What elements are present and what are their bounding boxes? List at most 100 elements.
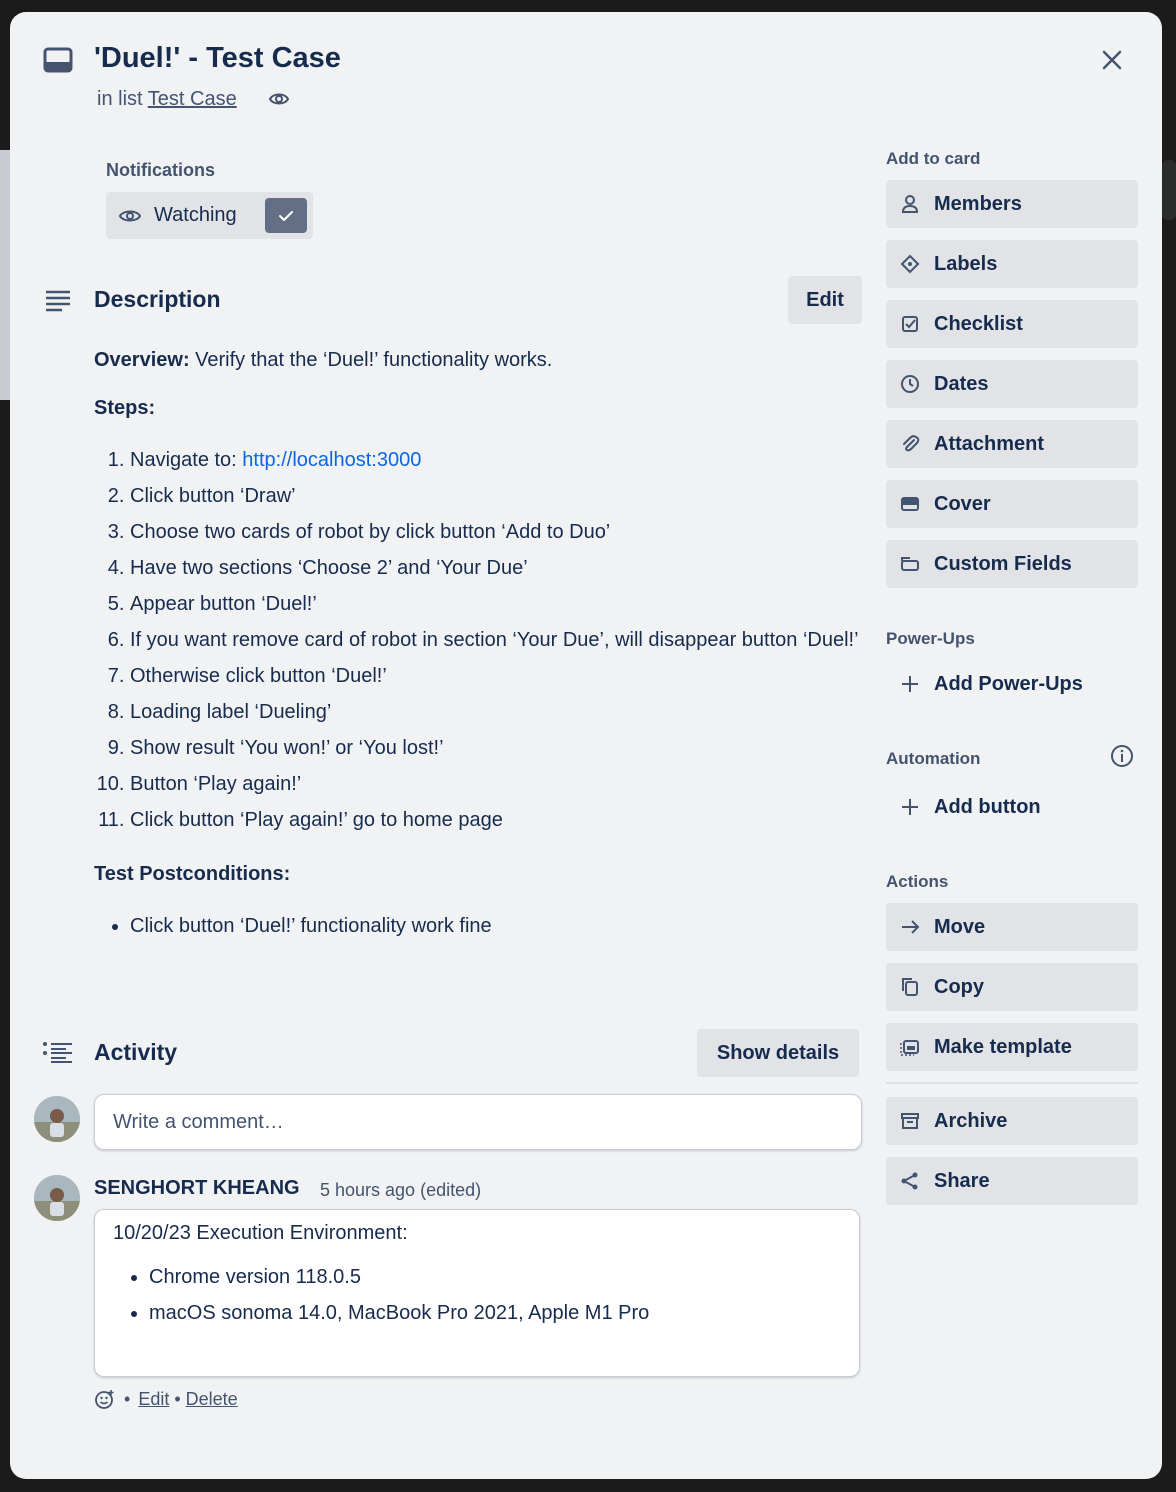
- separator: •: [124, 1388, 131, 1409]
- comment-body: 10/20/23 Execution Environment: Chrome v…: [94, 1209, 860, 1377]
- add-power-ups-label: Add Power-Ups: [934, 672, 1083, 695]
- postconditions-heading: Test Postconditions:: [94, 856, 874, 892]
- template-icon: [900, 1037, 920, 1057]
- in-list-text: in list Test Case: [97, 88, 237, 111]
- copy-button[interactable]: Copy: [886, 963, 1138, 1011]
- delete-comment-link[interactable]: Delete: [186, 1389, 238, 1410]
- list-item: Click button ‘Draw’: [130, 478, 874, 514]
- watching-label: Watching: [154, 204, 237, 226]
- move-button[interactable]: Move: [886, 903, 1138, 951]
- cover-icon: [900, 494, 920, 514]
- comment-input[interactable]: Write a comment…: [94, 1094, 862, 1150]
- list-item: If you want remove card of robot in sect…: [130, 622, 874, 658]
- attachment-label: Attachment: [934, 432, 1045, 455]
- custom-fields-icon: [900, 554, 920, 574]
- make-template-label: Make template: [934, 1035, 1072, 1058]
- avatar: [34, 1175, 80, 1221]
- separator: •: [174, 1388, 181, 1409]
- show-details-button[interactable]: Show details: [697, 1029, 859, 1077]
- actions-label: Actions: [886, 872, 949, 891]
- add-button-button[interactable]: Add button: [886, 783, 1138, 831]
- steps-label: Steps:: [94, 397, 156, 419]
- paperclip-icon: [900, 434, 920, 454]
- copy-label: Copy: [934, 975, 984, 998]
- overview-paragraph: Overview: Verify that the ‘Duel!’ functi…: [94, 342, 874, 378]
- plus-icon: [900, 797, 920, 817]
- power-ups-label: Power-Ups: [886, 629, 975, 648]
- emoji-reaction-icon[interactable]: [94, 1388, 116, 1410]
- list-link[interactable]: Test Case: [148, 88, 237, 110]
- list-item: Otherwise click button ‘Duel!’: [130, 658, 874, 694]
- postconditions-list: Click button ‘Duel!’ functionality work …: [94, 908, 874, 944]
- cover-label: Cover: [934, 492, 991, 515]
- clock-icon: [900, 374, 920, 394]
- close-icon[interactable]: [1096, 44, 1128, 76]
- background-board: [0, 150, 10, 400]
- copy-icon: [900, 977, 920, 997]
- description-title: Description: [94, 286, 221, 312]
- person-icon: [900, 194, 920, 214]
- in-list-prefix: in list: [97, 88, 143, 110]
- archive-icon: [900, 1111, 920, 1131]
- add-to-card-label: Add to card: [886, 149, 981, 168]
- tag-icon: [900, 254, 920, 274]
- postconditions-label: Test Postconditions:: [94, 863, 291, 885]
- add-button-label: Add button: [934, 795, 1041, 818]
- checklist-button[interactable]: Checklist: [886, 300, 1138, 348]
- share-icon: [900, 1171, 920, 1191]
- list-item: Appear button ‘Duel!’: [130, 586, 874, 622]
- list-item: Button ‘Play again!’: [130, 766, 874, 802]
- activity-icon: [42, 1040, 74, 1066]
- plus-icon: [900, 674, 920, 694]
- comment-timestamp[interactable]: 5 hours ago (edited): [320, 1180, 481, 1201]
- list-item: Loading label ‘Dueling’: [130, 694, 874, 730]
- dates-label: Dates: [934, 372, 989, 395]
- dates-button[interactable]: Dates: [886, 360, 1138, 408]
- list-item: Choose two cards of robot by click butto…: [130, 514, 874, 550]
- list-item: Chrome version 118.0.5: [149, 1259, 841, 1295]
- share-label: Share: [934, 1169, 990, 1192]
- add-power-ups-button[interactable]: Add Power-Ups: [886, 660, 1138, 708]
- avatar: [34, 1096, 80, 1142]
- background-board-edge: [1162, 160, 1176, 220]
- eye-icon: [118, 206, 142, 226]
- custom-fields-button[interactable]: Custom Fields: [886, 540, 1138, 588]
- labels-button[interactable]: Labels: [886, 240, 1138, 288]
- attachment-button[interactable]: Attachment: [886, 420, 1138, 468]
- move-label: Move: [934, 915, 986, 938]
- description-body[interactable]: Overview: Verify that the ‘Duel!’ functi…: [94, 342, 874, 944]
- arrow-right-icon: [900, 917, 920, 937]
- notifications-label: Notifications: [106, 160, 216, 180]
- custom-fields-label: Custom Fields: [934, 552, 1072, 575]
- sidebar-divider: [886, 1082, 1138, 1084]
- edit-comment-link[interactable]: Edit: [138, 1389, 169, 1410]
- archive-label: Archive: [934, 1109, 1008, 1132]
- step-text: Navigate to:: [130, 449, 243, 471]
- make-template-button[interactable]: Make template: [886, 1023, 1138, 1071]
- comment-author[interactable]: SENGHORT KHEANG: [94, 1177, 300, 1200]
- steps-heading: Steps:: [94, 390, 874, 426]
- checklist-label: Checklist: [934, 312, 1023, 335]
- info-icon[interactable]: [1110, 744, 1134, 768]
- list-item: Navigate to: http://localhost:3000: [130, 442, 874, 478]
- archive-button[interactable]: Archive: [886, 1097, 1138, 1145]
- comment-actions: • Edit • Delete: [94, 1388, 238, 1410]
- checklist-icon: [900, 314, 920, 334]
- card-icon: [42, 46, 74, 74]
- comment-bullets: Chrome version 118.0.5 macOS sonoma 14.0…: [113, 1259, 841, 1331]
- automation-label: Automation: [886, 749, 981, 768]
- members-button[interactable]: Members: [886, 180, 1138, 228]
- localhost-link[interactable]: http://localhost:3000: [242, 449, 421, 471]
- card-detail-modal: 'Duel!' - Test Case in list Test Case No…: [10, 12, 1162, 1479]
- cover-button[interactable]: Cover: [886, 480, 1138, 528]
- list-item: Click button ‘Duel!’ functionality work …: [130, 908, 874, 944]
- list-item: Click button ‘Play again!’ go to home pa…: [130, 802, 874, 838]
- description-icon: [43, 288, 73, 314]
- list-item: Have two sections ‘Choose 2’ and ‘Your D…: [130, 550, 874, 586]
- card-title[interactable]: 'Duel!' - Test Case: [94, 42, 341, 75]
- share-button[interactable]: Share: [886, 1157, 1138, 1205]
- watching-button[interactable]: Watching: [106, 192, 313, 239]
- edit-description-button[interactable]: Edit: [788, 276, 862, 324]
- overview-label: Overview:: [94, 349, 190, 371]
- list-item: Show result ‘You won!’ or ‘You lost!’: [130, 730, 874, 766]
